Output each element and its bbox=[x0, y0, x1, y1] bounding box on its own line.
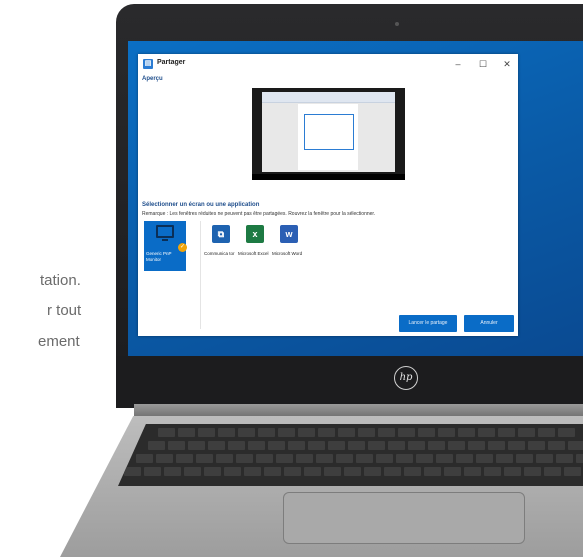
tile-microsoft-word[interactable]: w Microsoft Word bbox=[270, 221, 312, 271]
background-text-line-2: r tout bbox=[47, 302, 82, 319]
word-icon: w bbox=[280, 225, 298, 243]
minimize-button[interactable]: – bbox=[451, 58, 465, 70]
webcam bbox=[395, 22, 399, 26]
laptop-screen: ▤ Partager – ☐ ✕ Aperçu Sélectionner un … bbox=[128, 41, 583, 356]
share-app-icon: ▤ bbox=[143, 59, 153, 69]
tile-label: Generic PnP Monitor bbox=[146, 251, 172, 262]
background-text-line-3: ement bbox=[38, 333, 80, 350]
instruction-text: Remarque : Les fenêtres réduites ne peuv… bbox=[142, 211, 376, 217]
maximize-button[interactable]: ☐ bbox=[476, 58, 490, 70]
touchpad bbox=[283, 492, 525, 544]
hp-logo: hp bbox=[394, 366, 418, 390]
background-text-line-1: tation. bbox=[40, 272, 81, 289]
preview-taskbar bbox=[252, 174, 405, 180]
preview-dialog bbox=[304, 114, 354, 150]
select-heading: Sélectionner un écran ou une application bbox=[142, 202, 260, 208]
preview-heading: Aperçu bbox=[142, 76, 163, 82]
title-bar[interactable]: ▤ Partager – ☐ ✕ bbox=[138, 54, 518, 76]
share-dialog: ▤ Partager – ☐ ✕ Aperçu Sélectionner un … bbox=[138, 54, 518, 336]
screen-preview bbox=[252, 88, 405, 180]
monitor-icon bbox=[156, 225, 174, 238]
window-title: Partager bbox=[157, 59, 186, 66]
excel-icon: x bbox=[246, 225, 264, 243]
keyboard bbox=[118, 424, 583, 486]
communicator-icon: ⧉ bbox=[212, 225, 230, 243]
tile-divider bbox=[200, 221, 201, 329]
preview-document bbox=[262, 92, 395, 172]
close-button[interactable]: ✕ bbox=[500, 58, 514, 70]
screen-bezel bbox=[116, 356, 583, 408]
laptop-hinge bbox=[134, 404, 583, 418]
start-sharing-button[interactable]: Lancer le partage bbox=[399, 315, 457, 332]
preview-ribbon bbox=[262, 92, 395, 103]
monitor-stand bbox=[162, 239, 168, 241]
tile-label: Microsoft Word bbox=[272, 251, 303, 256]
tile-generic-pnp-monitor[interactable]: ✓ Generic PnP Monitor bbox=[144, 221, 187, 271]
cancel-button[interactable]: Annuler bbox=[464, 315, 514, 332]
